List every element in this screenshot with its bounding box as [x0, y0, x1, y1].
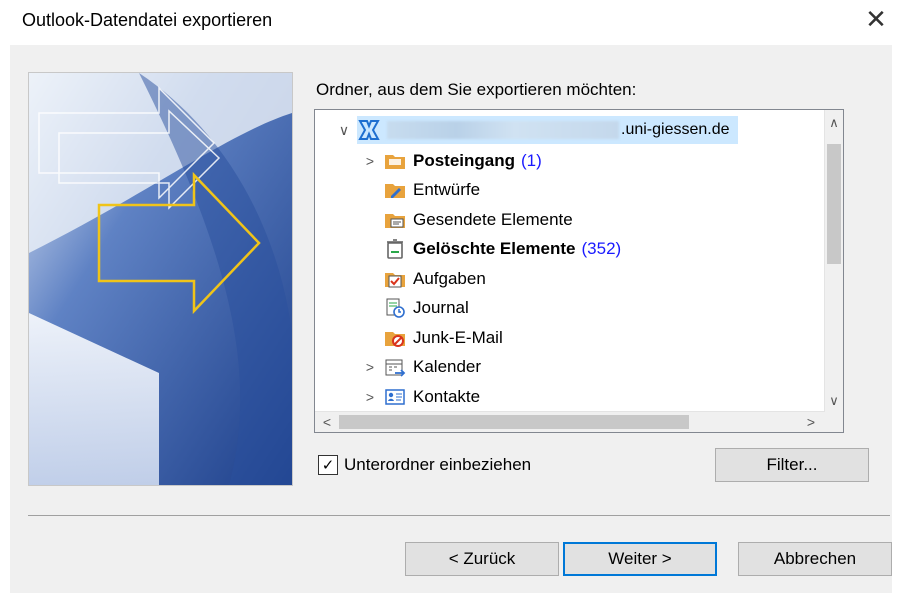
trash-folder-icon	[387, 239, 403, 259]
scroll-down-icon[interactable]: ∨	[825, 390, 843, 412]
account-node[interactable]: ∨ .uni-giessen.de	[335, 116, 738, 144]
collapse-chevron-icon[interactable]: ∨	[335, 122, 353, 139]
folder-name: Gesendete Elemente	[413, 209, 573, 229]
divider	[28, 515, 890, 516]
junk-folder-icon	[385, 331, 405, 347]
scroll-right-icon[interactable]: >	[801, 412, 821, 432]
back-button[interactable]: < Zurück	[405, 542, 559, 576]
account-selection[interactable]: .uni-giessen.de	[357, 116, 738, 144]
scroll-left-icon[interactable]: <	[317, 412, 337, 432]
folder-item[interactable]: Journal	[361, 294, 469, 323]
wizard-side-graphic	[28, 72, 293, 486]
scroll-up-icon[interactable]: ∧	[825, 112, 843, 134]
inbox-folder-icon	[385, 154, 405, 169]
drafts-folder-icon	[385, 184, 405, 198]
include-subfolders-checkbox[interactable]: ✓ Unterordner einbeziehen	[318, 455, 531, 475]
close-icon: ✕	[865, 3, 887, 34]
folder-section-label: Ordner, aus dem Sie exportieren möchten:	[316, 80, 637, 99]
unread-count: (1)	[521, 150, 542, 170]
folder-name: Kalender	[413, 357, 482, 376]
dialog-title: Outlook-Datendatei exportieren	[22, 10, 273, 30]
horizontal-scrollbar[interactable]: < >	[315, 411, 825, 432]
folder-item[interactable]: > Kalender	[361, 353, 481, 382]
folder-item[interactable]: Aufgaben	[361, 264, 486, 293]
folder-name: Aufgaben	[413, 268, 486, 288]
folder-name: Entwürfe	[413, 180, 481, 199]
checkbox-box[interactable]: ✓	[318, 455, 338, 475]
folder-item[interactable]: Gelöschte Elemente (352)	[361, 235, 621, 264]
next-button[interactable]: Weiter >	[563, 542, 717, 576]
checkmark-icon: ✓	[321, 456, 335, 474]
filter-button[interactable]: Filter...	[715, 448, 869, 482]
folder-name: Posteingang	[413, 150, 516, 170]
folder-item[interactable]: > Posteingang (1)	[361, 146, 542, 175]
expand-chevron-icon[interactable]: >	[361, 359, 379, 375]
scrollbar-corner	[825, 412, 843, 432]
tasks-folder-icon	[385, 272, 405, 287]
journal-folder-icon	[386, 298, 405, 318]
vertical-scroll-thumb[interactable]	[827, 144, 841, 264]
dialog-body: Ordner, aus dem Sie exportieren möchten:…	[10, 45, 892, 593]
folder-name: Junk-E-Mail	[413, 327, 503, 347]
sent-folder-icon	[385, 213, 405, 228]
folder-name: Kontakte	[413, 386, 481, 406]
cancel-button[interactable]: Abbrechen	[738, 542, 892, 576]
vertical-scrollbar[interactable]: ∧ ∨	[824, 110, 843, 414]
horizontal-scroll-thumb[interactable]	[339, 415, 689, 429]
folder-item[interactable]: Junk-E-Mail	[361, 323, 503, 352]
redacted-email	[387, 121, 619, 139]
expand-chevron-icon[interactable]: >	[361, 389, 379, 405]
folder-item[interactable]: Entwürfe	[361, 176, 480, 205]
folder-item[interactable]: Gesendete Elemente	[361, 205, 573, 234]
expand-chevron-icon[interactable]: >	[361, 153, 379, 169]
contacts-folder-icon	[385, 388, 405, 405]
calendar-folder-icon	[385, 359, 406, 377]
unread-count: (352)	[581, 239, 622, 258]
folder-name: Journal	[413, 298, 469, 317]
folder-item[interactable]: > Kontakte	[361, 382, 480, 411]
include-subfolders-label: Unterordner einbeziehen	[344, 455, 532, 474]
account-domain: .uni-giessen.de	[621, 121, 730, 138]
close-button[interactable]: ✕	[858, 4, 894, 34]
folder-name: Gelöschte Elemente	[413, 239, 576, 258]
folder-tree[interactable]: ∨ .uni-giessen.de > Posteingang (1) Entwürf…	[314, 109, 844, 433]
exchange-account-icon	[358, 120, 380, 140]
